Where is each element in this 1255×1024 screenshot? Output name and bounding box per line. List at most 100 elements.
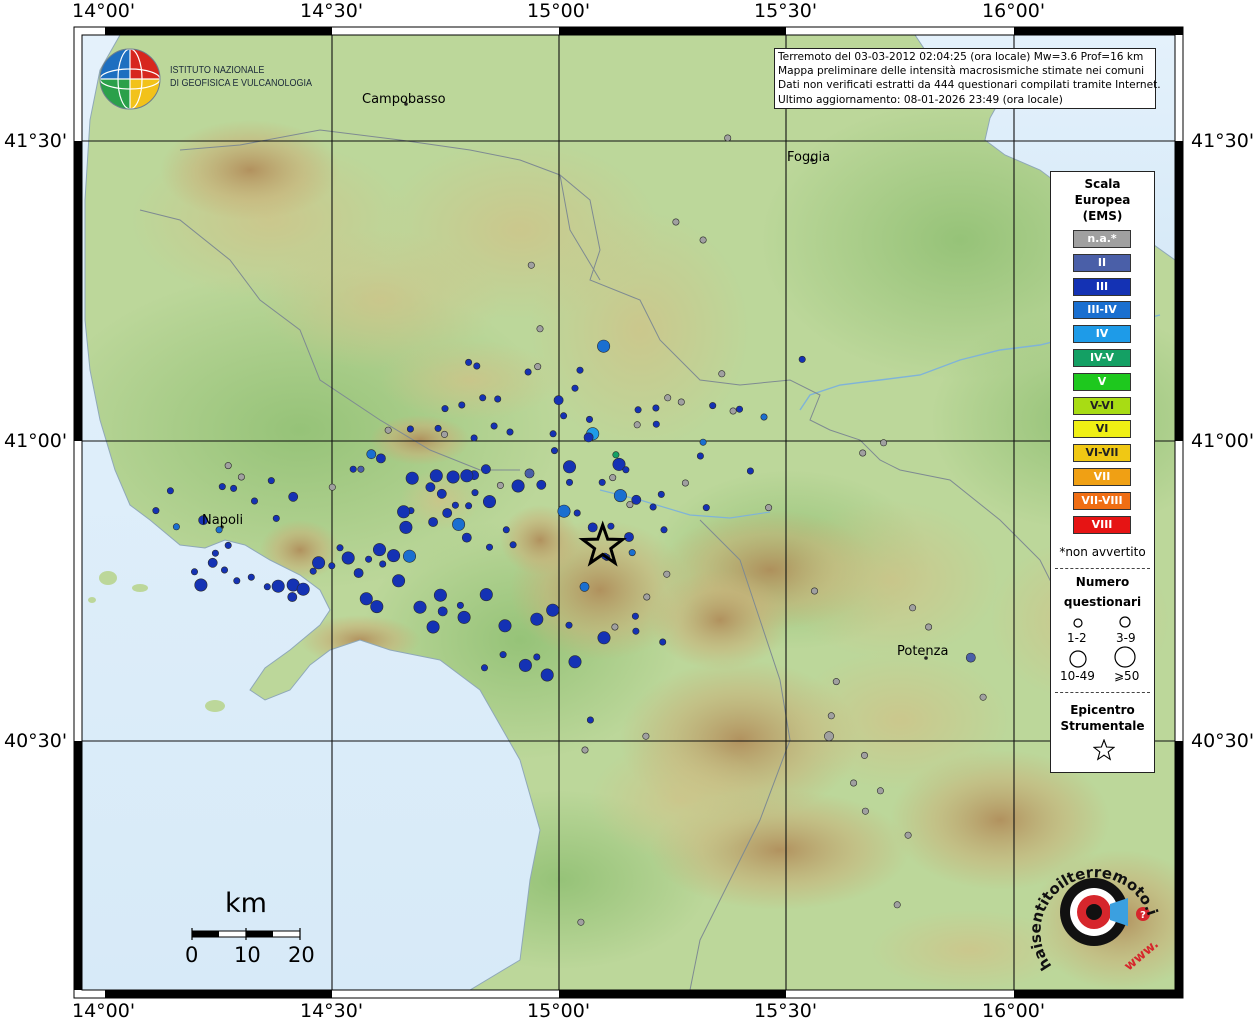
size-symbol-3-9 xyxy=(1119,616,1131,628)
legend-swatch-v-vi: V-VI xyxy=(1073,396,1131,415)
observation-point xyxy=(434,424,442,432)
observation-point xyxy=(583,432,594,443)
observation-point xyxy=(765,504,773,512)
observation-point xyxy=(166,487,174,495)
observation-point xyxy=(652,420,660,428)
city-label-foggia: Foggia xyxy=(787,150,831,165)
observation-point xyxy=(498,619,512,633)
event-info-line1: Terremoto del 03-03-2012 02:04:25 (ora l… xyxy=(778,51,1144,63)
observation-point xyxy=(612,451,620,459)
observation-point xyxy=(518,658,532,672)
observation-point xyxy=(496,481,504,489)
observation-point xyxy=(413,600,427,614)
legend-epicenter-line2: Strumentale xyxy=(1060,719,1145,733)
lon-tick-top-2: 14°30' xyxy=(300,0,364,22)
observation-point xyxy=(263,583,271,591)
observation-point xyxy=(527,261,535,269)
ingv-name: ISTITUTO NAZIONALE DI GEOFISICA E VULCAN… xyxy=(170,64,312,90)
observation-point xyxy=(452,517,466,531)
observation-point xyxy=(536,325,544,333)
observation-point xyxy=(446,470,460,484)
observation-point xyxy=(387,549,401,563)
event-info-line4: Ultimo aggiornamento: 08-01-2026 23:49 (… xyxy=(778,93,1063,106)
observation-point xyxy=(611,623,619,631)
observation-point xyxy=(341,551,355,565)
legend-count-title: Numero questionari xyxy=(1051,572,1154,612)
observation-point xyxy=(437,606,448,617)
observation-point xyxy=(230,484,238,492)
observation-point xyxy=(288,491,299,502)
observation-point xyxy=(850,779,858,787)
observation-point xyxy=(509,541,517,549)
scale-bar-label-0: 0 xyxy=(185,943,199,967)
legend-swatch-v: V xyxy=(1073,372,1131,391)
legend-epicenter-title: Epicentro Strumentale xyxy=(1051,702,1154,734)
observation-point xyxy=(657,490,665,498)
legend-count-title-line2: questionari xyxy=(1063,595,1142,609)
observation-point xyxy=(287,592,298,602)
observation-point xyxy=(499,651,507,659)
observation-point xyxy=(565,621,573,629)
observation-point xyxy=(827,712,835,720)
legend-swatch-n-a: n.a.* xyxy=(1073,230,1131,248)
observation-point xyxy=(353,568,364,578)
ingv-globe-icon xyxy=(99,48,161,110)
observation-point xyxy=(579,581,590,592)
lat-tick-left-1: 41°30' xyxy=(4,130,68,152)
observation-point xyxy=(925,623,933,631)
observation-point xyxy=(494,395,502,403)
observation-point xyxy=(760,413,768,421)
observation-point xyxy=(624,532,634,542)
observation-point xyxy=(436,488,447,499)
observation-point xyxy=(247,573,255,581)
observation-point xyxy=(490,422,498,430)
observation-point xyxy=(746,467,754,475)
observation-point xyxy=(375,453,386,464)
observation-point xyxy=(365,555,373,563)
lat-tick-left-2: 41°00' xyxy=(4,430,68,452)
lat-tick-right-3: 40°30' xyxy=(1191,730,1255,752)
lon-tick-bottom-2: 14°30' xyxy=(300,1000,364,1022)
observation-point xyxy=(194,578,208,592)
observation-point xyxy=(652,404,660,412)
legend-swatch-vii: VII xyxy=(1073,468,1131,486)
legend-swatch-ii: II xyxy=(1073,253,1131,272)
observation-point xyxy=(628,549,636,557)
observation-point xyxy=(233,577,241,585)
observation-point xyxy=(702,504,710,512)
observation-point xyxy=(979,693,987,701)
observation-point xyxy=(909,604,917,612)
observation-point xyxy=(634,406,642,414)
lon-tick-bottom-4: 15°30' xyxy=(754,1000,818,1022)
size-symbol-1-2 xyxy=(1073,618,1083,628)
observation-point xyxy=(440,430,448,438)
observation-point xyxy=(735,405,743,413)
observation-point xyxy=(861,807,869,815)
observation-point xyxy=(426,620,440,634)
observation-point xyxy=(560,412,568,420)
observation-point xyxy=(152,507,160,515)
observation-point xyxy=(557,504,571,518)
scale-bar-label-20: 20 xyxy=(288,943,315,967)
size-label-3-9: 3-9 xyxy=(1116,631,1136,645)
observation-point xyxy=(546,603,560,617)
observation-point xyxy=(480,664,488,672)
lon-tick-top-1: 14°00' xyxy=(72,0,136,22)
observation-point xyxy=(607,522,615,530)
observation-point xyxy=(660,526,668,534)
observation-point xyxy=(458,401,466,409)
observation-point xyxy=(824,731,834,742)
observation-point xyxy=(585,415,593,423)
ingv-name-line1: ISTITUTO NAZIONALE xyxy=(170,65,265,76)
observation-point xyxy=(550,447,558,455)
observation-point xyxy=(349,465,357,473)
observation-point xyxy=(451,501,459,509)
observation-point xyxy=(524,368,532,376)
legend-swatch-vi-vii: VI-VII xyxy=(1073,444,1131,463)
observation-point xyxy=(465,502,473,510)
city-label-potenza: Potenza xyxy=(897,644,949,659)
observation-point xyxy=(904,831,912,839)
observation-point xyxy=(597,631,611,645)
observation-point xyxy=(613,489,627,503)
observation-point xyxy=(456,601,464,609)
